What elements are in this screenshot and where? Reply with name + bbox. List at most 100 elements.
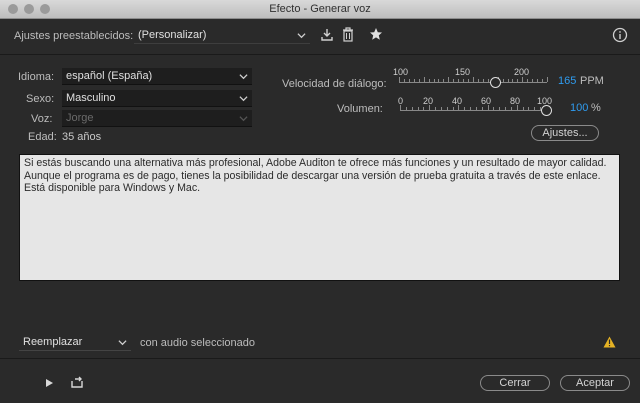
tick-label: 80 — [510, 96, 521, 106]
slider-tick — [522, 77, 524, 82]
slider-tick — [481, 107, 483, 110]
slider-tick — [399, 77, 400, 82]
slider-tick — [473, 77, 474, 82]
tick-label: 20 — [423, 96, 434, 106]
insert-mode-dropdown[interactable]: Reemplazar — [19, 334, 131, 351]
title-bar: Efecto - Generar voz — [0, 0, 640, 19]
presets-dropdown[interactable]: (Personalizar) — [134, 27, 310, 44]
chevron-down-icon — [239, 116, 248, 122]
slider-tick — [428, 79, 430, 82]
presets-value: (Personalizar) — [138, 29, 207, 41]
close-button[interactable]: Cerrar — [480, 375, 550, 391]
voice-value: Jorge — [66, 112, 94, 124]
slider-tick — [423, 107, 425, 110]
slider-tick — [522, 107, 524, 110]
slider-tick — [537, 79, 539, 82]
volume-slider-handle[interactable] — [541, 105, 552, 116]
age-value: 35 años — [62, 131, 102, 143]
slider-tick — [487, 79, 489, 82]
slider-tick — [418, 79, 420, 82]
slider-tick — [527, 79, 529, 82]
slider-tick — [458, 105, 460, 110]
window-title: Efecto - Generar voz — [269, 3, 371, 15]
slider-tick — [400, 105, 401, 110]
slider-tick — [532, 79, 534, 82]
tick-label: 40 — [452, 96, 463, 106]
save-preset-icon[interactable] — [320, 28, 334, 42]
slider-tick — [516, 105, 518, 110]
slider-tick — [443, 79, 445, 82]
slider-tick — [411, 107, 413, 110]
slider-tick — [438, 79, 440, 82]
slider-tick — [510, 107, 512, 110]
slider-tick — [528, 107, 530, 110]
minimize-window-icon[interactable] — [24, 4, 34, 14]
slider-tick — [413, 79, 415, 82]
tick-label: 150 — [455, 67, 471, 77]
tick-label: 200 — [514, 67, 530, 77]
slider-tick — [470, 107, 472, 110]
slider-tick — [493, 107, 495, 110]
chevron-down-icon — [239, 74, 248, 80]
divider — [0, 54, 640, 55]
speech-rate-value[interactable]: 165 — [558, 75, 576, 87]
star-icon[interactable] — [369, 27, 383, 41]
slider-tick — [477, 79, 479, 82]
speech-rate-slider[interactable] — [399, 82, 547, 83]
slider-tick — [403, 79, 405, 82]
info-icon[interactable] — [612, 27, 628, 43]
divider — [0, 358, 640, 359]
insert-mode-value: Reemplazar — [23, 336, 83, 348]
accept-button[interactable]: Aceptar — [560, 375, 630, 391]
slider-tick — [452, 107, 454, 110]
slider-tick — [435, 107, 437, 110]
speech-rate-slider-handle[interactable] — [490, 77, 502, 88]
slider-tick — [542, 79, 544, 82]
language-label: Idioma: — [18, 71, 55, 83]
close-window-icon[interactable] — [8, 4, 18, 14]
sex-dropdown[interactable]: Masculino — [62, 90, 252, 107]
slider-tick — [499, 107, 501, 110]
speech-text-input[interactable]: Si estás buscando una alternativa más pr… — [19, 154, 620, 281]
zoom-window-icon[interactable] — [40, 4, 50, 14]
tick-label: 60 — [481, 96, 492, 106]
volume-unit: % — [591, 102, 601, 114]
slider-tick — [408, 79, 410, 82]
language-dropdown[interactable]: español (España) — [62, 68, 252, 85]
slider-tick — [423, 77, 425, 82]
volume-slider[interactable] — [400, 110, 546, 111]
slider-tick — [507, 79, 509, 82]
chevron-down-icon — [239, 96, 248, 102]
slider-tick — [446, 107, 448, 110]
slider-tick — [463, 79, 465, 82]
voice-dropdown[interactable]: Jorge — [62, 110, 252, 127]
slider-tick — [482, 79, 484, 82]
slider-tick — [458, 79, 460, 82]
age-label: Edad: — [28, 131, 57, 143]
play-icon[interactable] — [44, 378, 54, 388]
slider-tick — [487, 105, 489, 110]
slider-tick — [417, 107, 419, 110]
slider-tick — [475, 107, 477, 110]
slider-tick — [464, 107, 466, 110]
loop-icon[interactable] — [70, 376, 84, 389]
sex-label: Sexo: — [26, 93, 55, 105]
slider-tick — [405, 107, 407, 110]
presets-label: Ajustes preestablecidos: — [14, 30, 134, 42]
slider-tick — [505, 107, 507, 110]
slider-tick — [468, 79, 470, 82]
voice-label: Voz: — [31, 113, 53, 125]
settings-button[interactable]: Ajustes... — [531, 125, 599, 141]
slider-tick — [429, 105, 431, 110]
slider-tick — [517, 79, 519, 82]
chevron-down-icon — [118, 340, 127, 346]
slider-tick — [453, 79, 455, 82]
slider-tick — [512, 79, 514, 82]
slider-tick — [433, 79, 435, 82]
volume-value[interactable]: 100 — [570, 102, 588, 114]
speech-rate-unit: PPM — [580, 75, 604, 87]
slider-tick — [547, 77, 548, 82]
delete-icon[interactable] — [342, 27, 354, 42]
slider-tick — [448, 77, 450, 82]
slider-tick — [502, 79, 504, 82]
